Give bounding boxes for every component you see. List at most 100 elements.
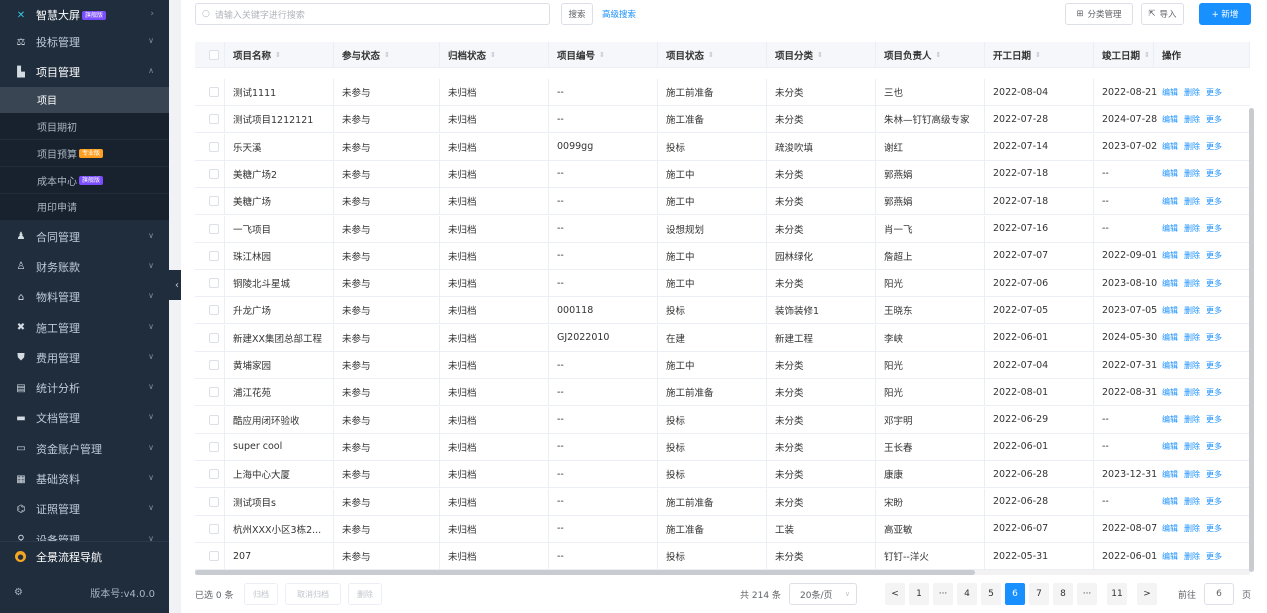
row-checkbox[interactable]	[209, 442, 219, 452]
column-header[interactable]: 项目状态⇕	[658, 42, 767, 67]
table-cell[interactable]: super cool	[225, 434, 334, 460]
column-header[interactable]: 项目编号⇕	[549, 42, 658, 67]
table-cell[interactable]: 测试1111	[225, 79, 334, 105]
column-header[interactable]: 参与状态⇕	[334, 42, 440, 67]
more-link[interactable]: 更多	[1206, 250, 1222, 261]
more-link[interactable]: 更多	[1206, 469, 1222, 480]
sidebar-item-finance[interactable]: ♙财务账款∨	[0, 252, 169, 282]
sidebar-subitem[interactable]: 项目期初	[0, 113, 169, 139]
table-row[interactable]: 美糖广场未参与未归档--施工中未分类郭燕娟2022-07-18--编辑删除更多	[195, 188, 1250, 215]
sort-icon[interactable]: ⇕	[275, 51, 281, 59]
table-cell[interactable]: 测试项目s	[225, 489, 334, 515]
row-checkbox[interactable]	[209, 415, 219, 425]
row-select[interactable]	[195, 516, 225, 542]
category-manage-button[interactable]: ⊞ 分类管理	[1065, 3, 1133, 25]
row-checkbox[interactable]	[209, 524, 219, 534]
advanced-search-link[interactable]: 高级搜索	[602, 8, 636, 20]
edit-link[interactable]: 编辑	[1162, 196, 1178, 207]
row-checkbox[interactable]	[209, 387, 219, 397]
sort-icon[interactable]: ⇕	[817, 51, 823, 59]
row-select[interactable]	[195, 352, 225, 378]
table-row[interactable]: 杭州XXX小区3栋2...未参与未归档--施工准备工装高亚敏2022-06-07…	[195, 516, 1250, 543]
delete-link[interactable]: 删除	[1184, 278, 1200, 289]
page-button[interactable]: 1	[909, 583, 929, 605]
sort-icon[interactable]: ⇕	[936, 51, 942, 59]
edit-link[interactable]: 编辑	[1162, 523, 1178, 534]
row-checkbox[interactable]	[209, 305, 219, 315]
table-cell[interactable]: 酷应用闭环验收	[225, 407, 334, 433]
row-checkbox[interactable]	[209, 278, 219, 288]
next-page-button[interactable]: >	[1137, 583, 1157, 605]
delete-link[interactable]: 删除	[1184, 141, 1200, 152]
row-select[interactable]	[195, 161, 225, 187]
horizontal-scrollbar[interactable]	[195, 570, 1250, 575]
row-select[interactable]	[195, 325, 225, 351]
row-select[interactable]	[195, 243, 225, 269]
edit-link[interactable]: 编辑	[1162, 250, 1178, 261]
edit-link[interactable]: 编辑	[1162, 168, 1178, 179]
page-button[interactable]: 7	[1029, 583, 1049, 605]
row-checkbox[interactable]	[209, 114, 219, 124]
delete-link[interactable]: 删除	[1184, 223, 1200, 234]
sidebar-subitem[interactable]: 成本中心旗舰版	[0, 167, 169, 193]
delete-link[interactable]: 删除	[1184, 441, 1200, 452]
row-checkbox[interactable]	[209, 169, 219, 179]
sidebar-item-construction[interactable]: ✖施工管理∨	[0, 313, 169, 343]
row-checkbox[interactable]	[209, 360, 219, 370]
table-cell[interactable]: 黄埔家园	[225, 352, 334, 378]
add-project-button[interactable]: + 新增	[1199, 3, 1251, 25]
column-header[interactable]: 项目负责人⇕	[876, 42, 985, 67]
sort-icon[interactable]: ⇕	[708, 51, 714, 59]
table-row[interactable]: 乐天溪未参与未归档0099gg投标疏浚吹填谢红2022-07-142023-07…	[195, 134, 1250, 161]
search-input[interactable]: ○ 请输入关键字进行搜索	[195, 3, 550, 25]
row-select[interactable]	[195, 379, 225, 405]
row-select[interactable]	[195, 407, 225, 433]
row-select[interactable]	[195, 297, 225, 323]
edit-link[interactable]: 编辑	[1162, 387, 1178, 398]
row-checkbox[interactable]	[209, 469, 219, 479]
horizontal-scroll-thumb[interactable]	[195, 570, 975, 575]
table-row[interactable]: 测试项目1212121未参与未归档--施工准备未分类朱林—钉钉高级专家2022-…	[195, 106, 1250, 133]
edit-link[interactable]: 编辑	[1162, 305, 1178, 316]
unarchive-button[interactable]: 取消归档	[285, 583, 341, 605]
more-link[interactable]: 更多	[1206, 441, 1222, 452]
row-select[interactable]	[195, 188, 225, 214]
sidebar-item-contract[interactable]: ♟合同管理∨	[0, 222, 169, 252]
row-select[interactable]	[195, 461, 225, 487]
row-checkbox[interactable]	[209, 251, 219, 261]
row-checkbox[interactable]	[209, 224, 219, 234]
edit-link[interactable]: 编辑	[1162, 551, 1178, 562]
table-cell[interactable]: 美糖广场	[225, 188, 334, 214]
header-select-all[interactable]	[195, 42, 225, 67]
row-select[interactable]	[195, 79, 225, 105]
more-link[interactable]: 更多	[1206, 87, 1222, 98]
more-link[interactable]: 更多	[1206, 141, 1222, 152]
row-select[interactable]	[195, 489, 225, 515]
sidebar-subitem[interactable]: 用印申请	[0, 194, 169, 220]
table-cell[interactable]: 上海中心大厦	[225, 461, 334, 487]
archive-button[interactable]: 归档	[244, 583, 278, 605]
column-header[interactable]: 开工日期⇕	[985, 42, 1094, 67]
import-button[interactable]: ⇱ 导入	[1141, 3, 1184, 25]
table-cell[interactable]: 美糖广场2	[225, 161, 334, 187]
table-cell[interactable]: 新建XX集团总部工程	[225, 325, 334, 351]
page-size-select[interactable]: 20条/页 ∨	[789, 583, 857, 605]
table-cell[interactable]: 乐天溪	[225, 134, 334, 160]
table-row[interactable]: 测试1111未参与未归档--施工前准备未分类三也2022-08-042022-0…	[195, 79, 1250, 106]
row-select[interactable]	[195, 216, 225, 242]
sidebar-item-cost[interactable]: ⛊费用管理∨	[0, 343, 169, 373]
sidebar-item-material[interactable]: ⌂物料管理∨	[0, 282, 169, 312]
table-cell[interactable]: 测试项目1212121	[225, 106, 334, 132]
table-cell[interactable]: 升龙广场	[225, 297, 334, 323]
table-row[interactable]: 酷应用闭环验收未参与未归档--投标未分类邓宇明2022-06-29--编辑删除更…	[195, 407, 1250, 434]
delete-link[interactable]: 删除	[1184, 523, 1200, 534]
edit-link[interactable]: 编辑	[1162, 469, 1178, 480]
edit-link[interactable]: 编辑	[1162, 496, 1178, 507]
more-link[interactable]: 更多	[1206, 523, 1222, 534]
more-link[interactable]: 更多	[1206, 360, 1222, 371]
row-checkbox[interactable]	[209, 551, 219, 561]
more-link[interactable]: 更多	[1206, 551, 1222, 562]
more-link[interactable]: 更多	[1206, 196, 1222, 207]
more-link[interactable]: 更多	[1206, 387, 1222, 398]
more-link[interactable]: 更多	[1206, 496, 1222, 507]
